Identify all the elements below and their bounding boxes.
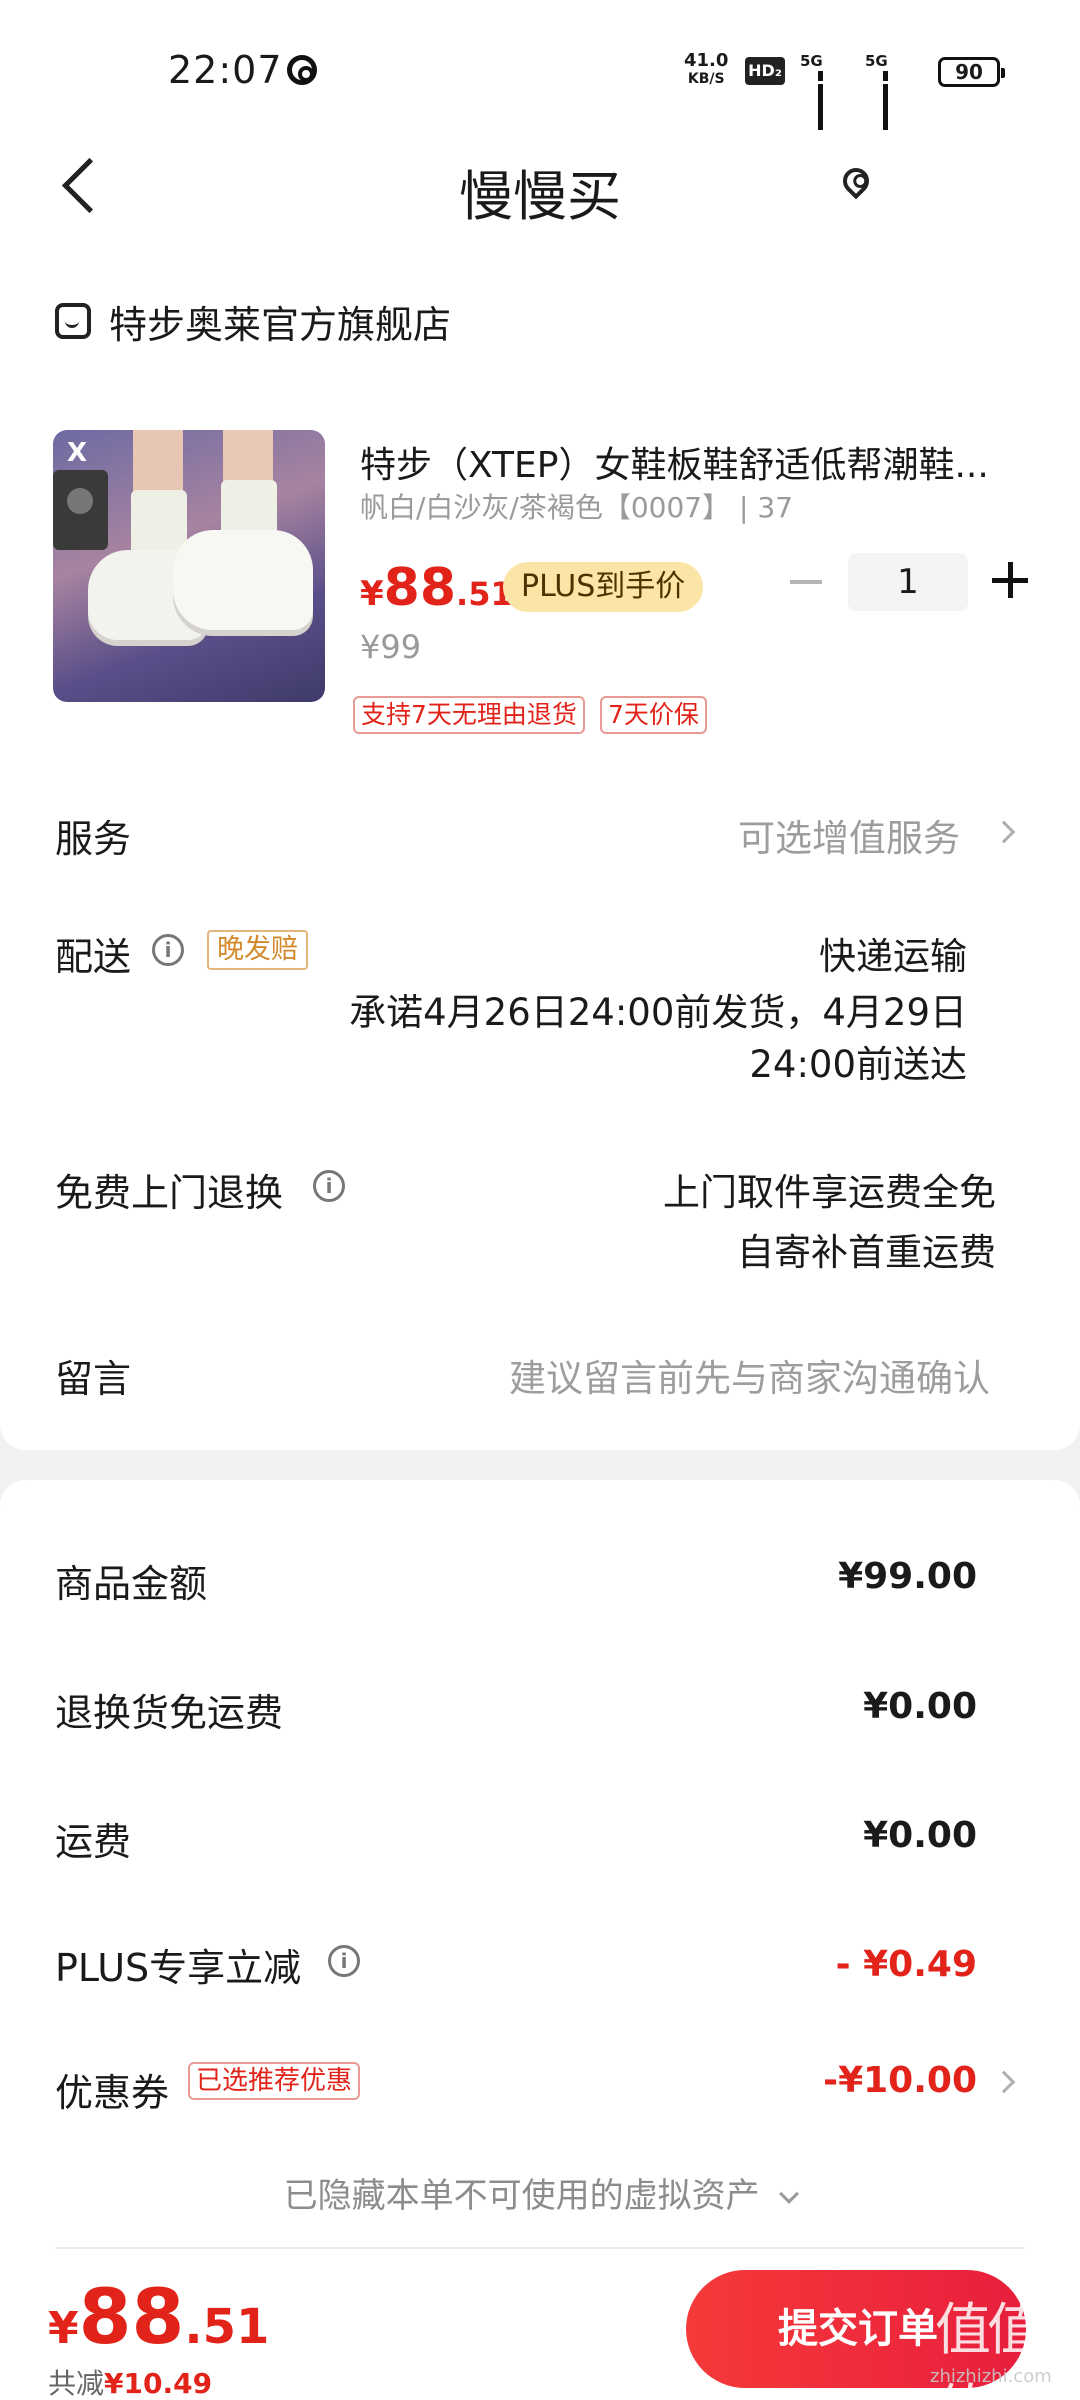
service-value[interactable]: 可选增值服务: [738, 808, 960, 862]
checkout-bar: ¥88.51 共减¥10.49 提交订单: [0, 2250, 1080, 2400]
delivery-promise-line1: 承诺4月26日24:00前发货，4月29日: [349, 991, 967, 1034]
notification-icon: [287, 55, 317, 85]
brand-logo-icon: X: [67, 438, 88, 468]
status-bar: 22:07 41.0 KB/S HD₂ 5G 5G 90: [0, 0, 1080, 150]
coupon-label: 优惠券: [55, 2071, 170, 2115]
shipping-value: ¥0.00: [863, 1815, 977, 1856]
shipping-label: 运费: [55, 1820, 132, 1864]
info-icon[interactable]: i: [313, 1170, 345, 1202]
return-service-label: 免费上门退换: [55, 1171, 284, 1215]
original-price: ¥99: [360, 628, 422, 666]
chevron-down-icon: [779, 2184, 800, 2204]
return-shipping-label: 退换货免运费: [55, 1691, 284, 1735]
delivery-method[interactable]: 快递运输: [819, 926, 967, 980]
status-time: 22:07: [168, 48, 283, 92]
plus-discount-value: - ¥0.49: [835, 1944, 977, 1985]
goods-amount-label: 商品金额: [55, 1562, 208, 1606]
coupon-value[interactable]: -¥10.00: [823, 2060, 977, 2101]
price-protect-tag: 7天价保: [600, 696, 707, 734]
return-service-line1: 上门取件享运费全免: [663, 1171, 996, 1214]
message-label: 留言: [55, 1357, 132, 1401]
product-title[interactable]: 特步（XTEP）女鞋板鞋舒适低帮潮鞋...: [360, 436, 1030, 488]
store-icon: [55, 303, 91, 339]
coupon-recommended-tag: 已选推荐优惠: [188, 2062, 361, 2100]
network-speed-unit: KB/S: [687, 71, 725, 87]
plus-price-badge: PLUS到手价: [503, 562, 704, 612]
network-speed-value: 41.0: [684, 50, 729, 71]
divider: [55, 2247, 1025, 2249]
info-icon[interactable]: i: [152, 934, 184, 966]
service-label: 服务: [55, 817, 132, 861]
page-title: 慢慢买: [459, 165, 621, 228]
return-shipping-value: ¥0.00: [863, 1686, 977, 1727]
plus-discount-label: PLUS专享立减: [55, 1946, 302, 1990]
return-service-line2: 自寄补首重运费: [737, 1231, 996, 1274]
quantity-minus-button[interactable]: [790, 580, 822, 584]
store-name: 特步奥莱官方旗舰店: [109, 302, 452, 347]
delivery-label: 配送: [55, 935, 132, 979]
watermark-site: zhizhizhi.com: [930, 2366, 1052, 2387]
store-row[interactable]: 特步奥莱官方旗舰店: [55, 296, 452, 347]
total-reduction: 共减¥10.49: [48, 2367, 213, 2400]
return-policy-tag: 支持7天无理由退货: [353, 696, 585, 734]
battery-icon: 90: [938, 57, 1005, 87]
quantity-input[interactable]: 1: [848, 553, 968, 611]
delivery-promise-line2: 24:00前送达: [749, 1043, 967, 1086]
goods-amount-value: ¥99.00: [838, 1556, 977, 1597]
late-compensation-tag: 晚发赔: [207, 930, 308, 970]
info-icon[interactable]: i: [328, 1945, 360, 1977]
hd-voice-icon: HD₂: [745, 57, 785, 85]
nav-header: 慢慢买: [0, 130, 1080, 240]
quantity-plus-button[interactable]: [992, 562, 1028, 598]
hidden-assets-toggle[interactable]: 已隐藏本单不可使用的虚拟资产: [0, 2168, 1080, 2217]
message-input[interactable]: 建议留言前先与商家沟通确认: [509, 1348, 990, 1402]
product-image[interactable]: X: [53, 430, 325, 702]
hidden-assets-text: 已隐藏本单不可使用的虚拟资产: [283, 2176, 760, 2216]
product-price: ¥88.51: [360, 558, 513, 618]
network-speed: 41.0 KB/S: [684, 52, 728, 88]
total-price: ¥88.51: [48, 2272, 270, 2361]
product-spec: 帆白/白沙灰/茶褐色【0007】 | 37: [360, 491, 793, 524]
